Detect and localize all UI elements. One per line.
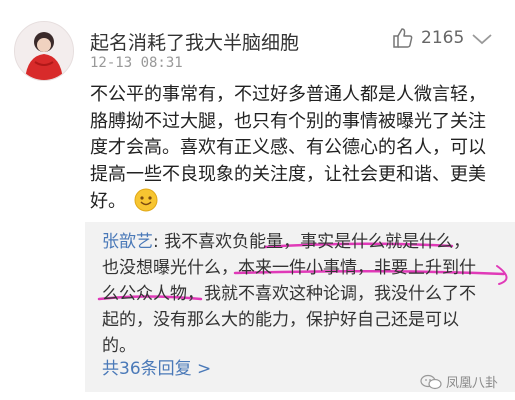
watermark: 凤凰八卦 xyxy=(420,372,498,391)
smile-emoji-icon xyxy=(134,188,158,221)
comment-body-line: 好。 xyxy=(90,191,126,212)
comment-username[interactable]: 起名消耗了我大半脑细胞 xyxy=(90,28,299,55)
chevron-down-icon xyxy=(472,34,492,45)
reply-text: 张歆艺: 我不喜欢负能量，事实是什么就是什么， 也没想曝光什么，本来一件小事情，… xyxy=(102,229,507,359)
comment-body-line: 胳膊拗不过大腿，也只有个别的事情被曝光了关注 xyxy=(90,110,486,132)
comment-body-line: 提高一些不良现象的关注度，让社会更和谐、更美 xyxy=(90,163,486,185)
thumbs-up-icon xyxy=(393,28,413,48)
like-count: 2165 xyxy=(421,28,465,48)
reply-colon: : xyxy=(153,232,165,252)
reply-segment: 我不喜欢负能量， xyxy=(164,232,301,252)
reply-line: 么公众人物，我就不喜欢这种论调，我没什么了不 xyxy=(102,281,507,307)
see-all-replies-link[interactable]: 共36条回复 > xyxy=(102,354,211,379)
comment-body-line: 不公平的事常有，不过好多普通人都是人微言轻， xyxy=(90,84,486,105)
reply-segment-highlighted: 事实是什么就是什么， xyxy=(300,232,471,252)
reply-segment-highlighted: 本来一件小事情，非要上升到什 xyxy=(238,258,476,278)
reply-line: 也没想曝光什么，本来一件小事情，非要上升到什 xyxy=(102,255,507,281)
comment-body-line: 度才会高。喜欢有正义感、有公德心的名人，可以 xyxy=(90,137,486,158)
reply-segment: 我就不喜欢这种论调，我没什么了不 xyxy=(204,284,476,304)
comment-time: 12-13 08:31 xyxy=(90,55,183,71)
reply-author[interactable]: 张歆艺 xyxy=(102,232,153,252)
watermark-text: 凤凰八卦 xyxy=(446,376,499,391)
reply-segment-highlighted: 么公众人物， xyxy=(102,284,204,304)
more-button[interactable] xyxy=(470,31,494,51)
comment-body: 不公平的事常有，不过好多普通人都是人微言轻， 胳膊拗不过大腿，也只有个别的事情被… xyxy=(90,82,500,221)
avatar-image xyxy=(15,22,73,80)
like-button[interactable]: 2165 xyxy=(392,27,464,49)
comment-card: 起名消耗了我大半脑细胞 12-13 08:31 2165 不公平的事常有，不过好… xyxy=(0,0,515,400)
reply-line: 张歆艺: 我不喜欢负能量，事实是什么就是什么， xyxy=(102,229,507,255)
reply-line: 起的，没有那么大的能力，保护好自己还是可以 xyxy=(102,310,459,330)
avatar[interactable] xyxy=(14,21,74,81)
wechat-icon xyxy=(420,374,442,389)
comment-body-last-line: 好。 xyxy=(90,188,500,221)
reply-segment: 也没想曝光什么， xyxy=(102,258,238,278)
reply-box: 张歆艺: 我不喜欢负能量，事实是什么就是什么， 也没想曝光什么，本来一件小事情，… xyxy=(85,222,515,392)
